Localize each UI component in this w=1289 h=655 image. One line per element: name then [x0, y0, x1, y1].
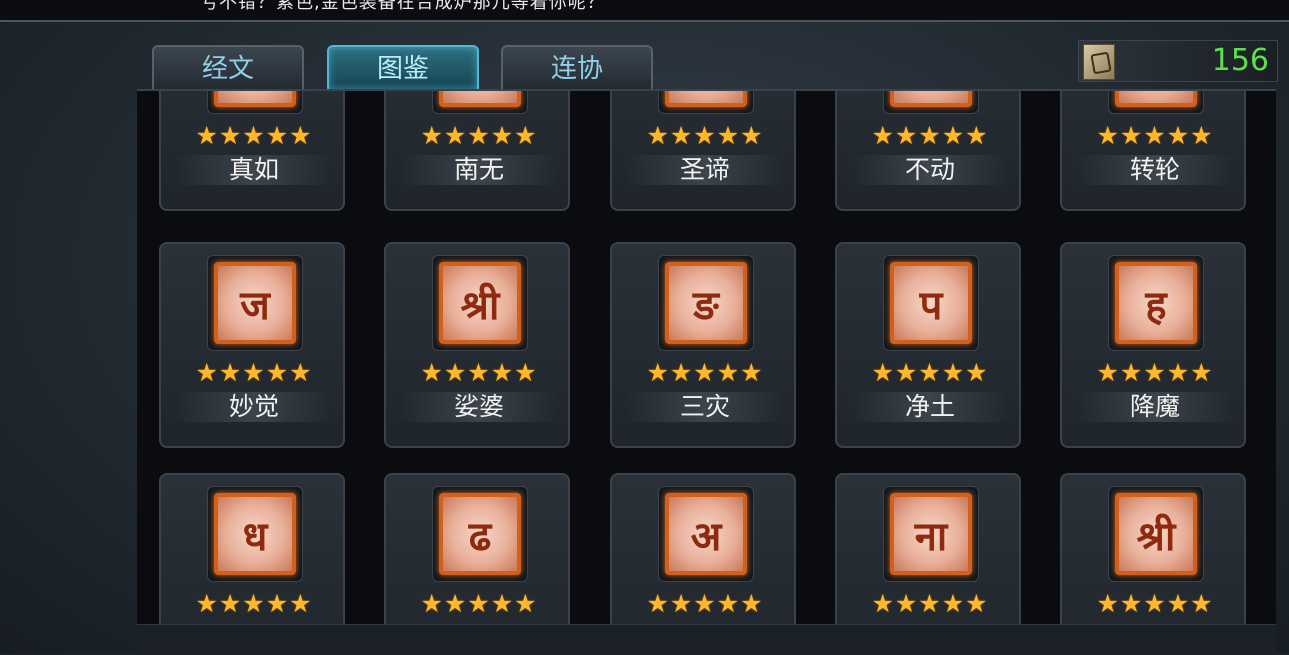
codex-card[interactable]: श्री ★★★★★ 娑婆: [384, 242, 570, 448]
star-rating: ★★★★★: [871, 121, 989, 150]
card-name: 娑婆: [400, 392, 558, 422]
rune-icon: श्री: [439, 262, 521, 344]
icon-frame: ॐ: [658, 91, 754, 114]
icon-frame: ह: [1108, 255, 1204, 351]
star-rating: ★★★★★: [1096, 589, 1214, 618]
icon-frame: ॐ: [432, 91, 528, 114]
codex-card[interactable]: ॐ ★★★★★ 南无: [384, 91, 570, 211]
codex-card[interactable]: ॐ ★★★★★ 真如: [159, 91, 345, 211]
tab-scripture[interactable]: 经文: [152, 45, 304, 89]
codex-grid-panel[interactable]: ॐ ★★★★★ 真如 ॐ ★★★★★ 南无 ॐ ★★★★★ 圣谛 ॐ ★★★★★…: [137, 89, 1276, 655]
card-name: 三灾: [626, 392, 784, 422]
panel-bottom-bar: [137, 624, 1276, 655]
codex-card[interactable]: ॐ ★★★★★ 圣谛: [610, 91, 796, 211]
scrolling-tip-bar: 亏不错？紫色,金色装备在合成炉那儿等着你呢？: [0, 0, 1289, 20]
star-rating: ★★★★★: [1096, 121, 1214, 150]
rune-icon: ना: [890, 493, 972, 575]
rune-icon: ॐ: [665, 91, 747, 107]
rune-icon: ङ: [665, 262, 747, 344]
divider: [0, 20, 1289, 22]
star-rating: ★★★★★: [871, 589, 989, 618]
star-rating: ★★★★★: [646, 358, 764, 387]
rune-icon: ॐ: [1115, 91, 1197, 107]
icon-frame: श्री: [1108, 486, 1204, 582]
star-rating: ★★★★★: [646, 589, 764, 618]
star-rating: ★★★★★: [420, 358, 538, 387]
star-rating: ★★★★★: [195, 358, 313, 387]
icon-frame: ॐ: [1108, 91, 1204, 114]
rune-icon: ॐ: [890, 91, 972, 107]
tab-combo[interactable]: 连协: [501, 45, 653, 89]
rune-icon: अ: [665, 493, 747, 575]
star-rating: ★★★★★: [195, 121, 313, 150]
rune-icon: श्री: [1115, 493, 1197, 575]
icon-frame: ध: [207, 486, 303, 582]
codex-card[interactable]: ह ★★★★★ 降魔: [1060, 242, 1246, 448]
tip-text: 亏不错？紫色,金色装备在合成炉那儿等着你呢？: [200, 0, 606, 13]
card-name: 净土: [851, 392, 1009, 422]
currency-value: 156: [1211, 43, 1269, 78]
icon-frame: ना: [883, 486, 979, 582]
icon-frame: ङ: [658, 255, 754, 351]
scroll-icon: [1083, 44, 1115, 80]
card-name: 妙觉: [175, 392, 333, 422]
icon-frame: प: [883, 255, 979, 351]
icon-frame: ज: [207, 255, 303, 351]
rune-icon: ह: [1115, 262, 1197, 344]
codex-card[interactable]: प ★★★★★ 净土: [835, 242, 1021, 448]
rune-icon: ढ: [439, 493, 521, 575]
card-name: 真如: [175, 155, 333, 185]
card-name: 圣谛: [626, 155, 784, 185]
icon-frame: ॐ: [207, 91, 303, 114]
star-rating: ★★★★★: [1096, 358, 1214, 387]
icon-frame: ढ: [432, 486, 528, 582]
rune-icon: प: [890, 262, 972, 344]
icon-frame: श्री: [432, 255, 528, 351]
tab-codex[interactable]: 图鉴: [327, 45, 479, 89]
rune-icon: ॐ: [214, 91, 296, 107]
currency-display: 156: [1078, 40, 1278, 82]
codex-card[interactable]: ज ★★★★★ 妙觉: [159, 242, 345, 448]
icon-frame: ॐ: [883, 91, 979, 114]
star-rating: ★★★★★: [420, 589, 538, 618]
star-rating: ★★★★★: [646, 121, 764, 150]
card-name: 转轮: [1076, 155, 1234, 185]
codex-card[interactable]: ॐ ★★★★★ 转轮: [1060, 91, 1246, 211]
codex-card[interactable]: ॐ ★★★★★ 不动: [835, 91, 1021, 211]
card-name: 不动: [851, 155, 1009, 185]
codex-card[interactable]: ङ ★★★★★ 三灾: [610, 242, 796, 448]
card-name: 降魔: [1076, 392, 1234, 422]
rune-icon: ॐ: [439, 91, 521, 107]
rune-icon: ध: [214, 493, 296, 575]
card-name: 南无: [400, 155, 558, 185]
icon-frame: अ: [658, 486, 754, 582]
star-rating: ★★★★★: [871, 358, 989, 387]
rune-icon: ज: [214, 262, 296, 344]
star-rating: ★★★★★: [420, 121, 538, 150]
star-rating: ★★★★★: [195, 589, 313, 618]
